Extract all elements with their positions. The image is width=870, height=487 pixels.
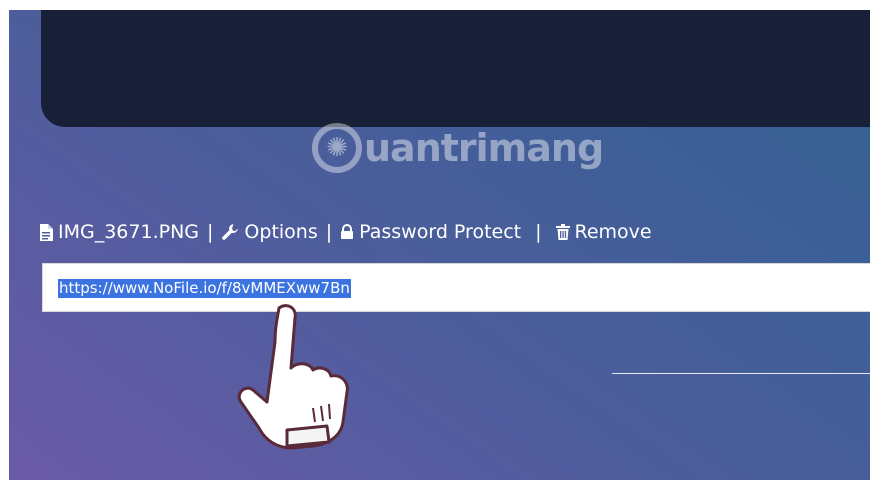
file-toolbar: IMG_3671.PNG | Options | Password Protec… [39, 221, 652, 243]
separator: | [207, 221, 214, 243]
remove-label: Remove [574, 221, 652, 243]
options-label: Options [244, 221, 318, 243]
wrench-icon [221, 223, 239, 241]
share-url-text[interactable]: https://www.NoFile.io/f/8vMMEXww7Bn [58, 279, 351, 298]
watermark-text: uantrimang [364, 126, 604, 170]
options-link[interactable]: Options [221, 221, 318, 243]
divider-line [612, 373, 870, 374]
separator: | [535, 221, 542, 243]
upload-panel [41, 10, 870, 127]
lock-icon [340, 224, 354, 240]
password-protect-label: Password Protect [359, 221, 522, 243]
file-icon [39, 223, 53, 241]
watermark-logo: ✺ uantrimang [312, 116, 604, 180]
pointing-hand-icon [237, 304, 349, 450]
separator: | [325, 221, 333, 243]
file-name-item[interactable]: IMG_3671.PNG [39, 221, 199, 243]
password-protect-link[interactable]: Password Protect [340, 221, 521, 243]
page-background: ✺ uantrimang IMG_3671.PNG | Options | Pa… [9, 10, 870, 480]
share-url-field[interactable]: https://www.NoFile.io/f/8vMMEXww7Bn [42, 263, 870, 312]
remove-link[interactable]: Remove [555, 221, 652, 243]
file-name: IMG_3671.PNG [58, 221, 200, 243]
trash-icon [555, 224, 570, 240]
lightbulb-icon: ✺ [312, 123, 362, 173]
